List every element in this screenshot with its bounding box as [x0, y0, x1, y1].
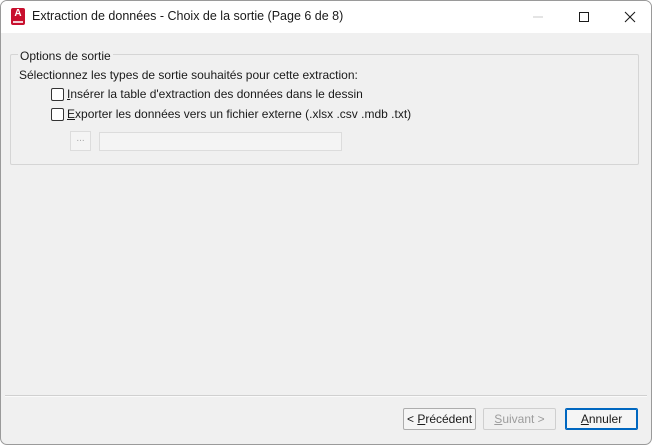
browse-button[interactable]: ...	[70, 131, 91, 151]
maximize-icon	[579, 12, 589, 22]
close-icon	[624, 11, 636, 23]
data-extraction-dialog: A Extraction de données - Choix de la so…	[0, 0, 652, 445]
close-button[interactable]	[607, 1, 651, 33]
cancel-button[interactable]: Annuler	[565, 408, 638, 430]
export-file-label[interactable]: Exporter les données vers un fichier ext…	[67, 107, 411, 121]
insert-table-checkbox[interactable]	[51, 88, 64, 101]
output-options-legend: Options de sortie	[18, 49, 113, 63]
window-title: Extraction de données - Choix de la sort…	[32, 9, 344, 23]
maximize-button[interactable]	[561, 1, 607, 33]
insert-table-label[interactable]: Insérer la table d'extraction des donnée…	[67, 87, 363, 101]
instruction-text: Sélectionnez les types de sortie souhait…	[19, 68, 358, 82]
footer-separator	[5, 395, 647, 397]
output-file-path-field[interactable]	[99, 132, 342, 151]
title-bar[interactable]: A Extraction de données - Choix de la so…	[1, 1, 651, 33]
export-file-checkbox[interactable]	[51, 108, 64, 121]
minimize-icon	[533, 16, 543, 18]
previous-button[interactable]: < Précédent	[403, 408, 476, 430]
minimize-button[interactable]	[515, 1, 561, 33]
autocad-app-icon: A	[11, 8, 25, 25]
next-button[interactable]: Suivant >	[483, 408, 556, 430]
